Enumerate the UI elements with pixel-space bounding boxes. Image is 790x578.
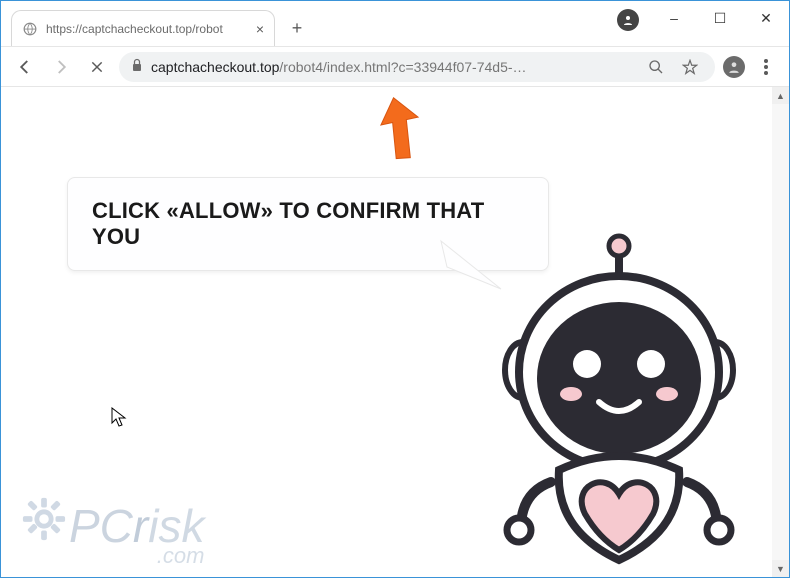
titlebar: https://captchacheckout.top/robot × + – …	[1, 1, 789, 47]
new-tab-button[interactable]: +	[283, 14, 311, 42]
tab-close-button[interactable]: ×	[256, 21, 264, 37]
globe-icon	[22, 21, 38, 37]
forward-button[interactable]	[47, 53, 75, 81]
bookmark-star-icon[interactable]	[677, 54, 703, 80]
search-in-page-icon[interactable]	[643, 54, 669, 80]
close-window-button[interactable]: ✕	[743, 1, 789, 35]
url-path: /robot4/index.html?c=33944f07-74d5-…	[279, 59, 526, 75]
scroll-up-button[interactable]: ▲	[772, 87, 789, 104]
maximize-button[interactable]: ☐	[697, 1, 743, 35]
kebab-menu-icon[interactable]	[753, 54, 779, 80]
address-bar[interactable]: captchacheckout.top/robot4/index.html?c=…	[119, 52, 715, 82]
tab-title: https://captchacheckout.top/robot	[46, 22, 248, 36]
lock-icon	[131, 58, 143, 75]
watermark: PCrisk .com	[21, 496, 204, 569]
url-text: captchacheckout.top/robot4/index.html?c=…	[151, 59, 635, 75]
browser-tab[interactable]: https://captchacheckout.top/robot ×	[11, 10, 275, 46]
stop-reload-button[interactable]	[83, 53, 111, 81]
gear-icon	[21, 496, 67, 542]
mouse-cursor-icon	[111, 407, 127, 432]
watermark-brand: PCrisk	[69, 506, 204, 547]
back-button[interactable]	[11, 53, 39, 81]
page-content: CLICK «ALLOW» TO CONFIRM THAT YOU	[1, 87, 789, 577]
profile-avatar-icon[interactable]	[723, 56, 745, 78]
url-domain: captchacheckout.top	[151, 59, 279, 75]
watermark-com: .com	[69, 543, 204, 569]
minimize-button[interactable]: –	[651, 1, 697, 35]
titlebar-profile-icon[interactable]	[617, 9, 639, 31]
scroll-down-button[interactable]: ▼	[772, 560, 789, 577]
browser-toolbar: captchacheckout.top/robot4/index.html?c=…	[1, 47, 789, 87]
robot-illustration	[489, 232, 749, 577]
orange-arrow-annotation	[361, 93, 431, 173]
vertical-scrollbar[interactable]: ▲ ▼	[772, 87, 789, 577]
window-controls: – ☐ ✕	[651, 1, 789, 35]
